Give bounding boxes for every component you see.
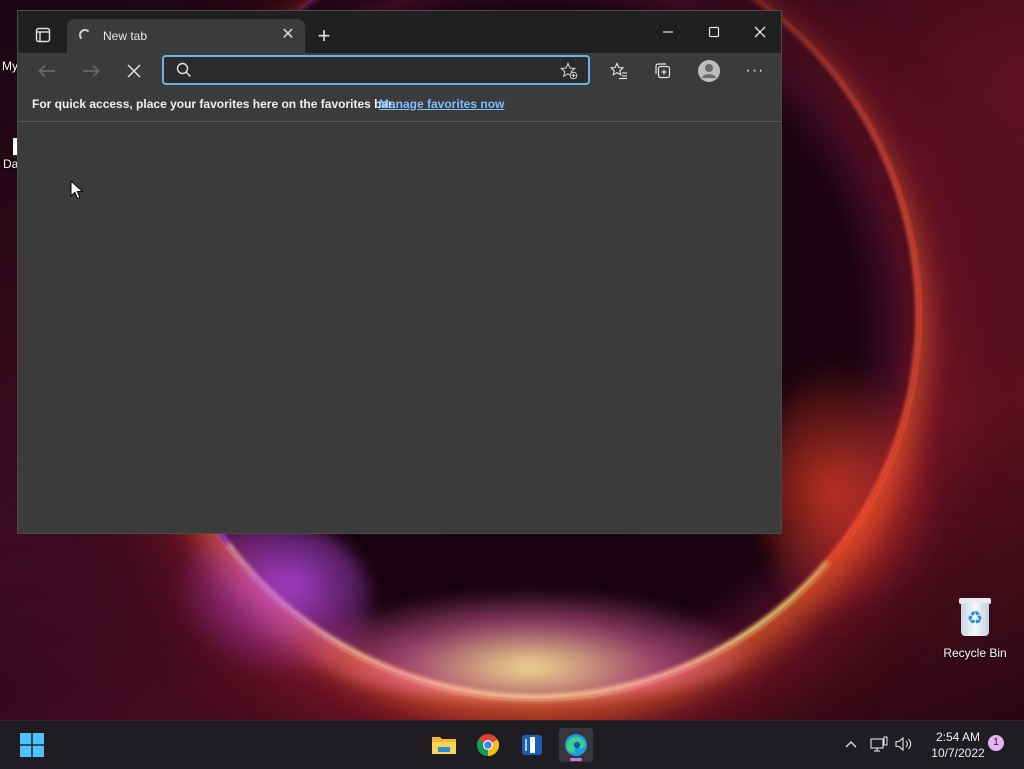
- tab-title: New tab: [103, 29, 148, 43]
- chrome-icon: [477, 734, 499, 756]
- manage-favorites-link[interactable]: Manage favorites now: [379, 97, 504, 111]
- more-options-icon[interactable]: ···: [740, 56, 770, 86]
- recycle-bin-icon[interactable]: ♻: [958, 596, 992, 636]
- tab-actions-button[interactable]: [26, 21, 60, 49]
- wallpaper-glow-right: [760, 360, 940, 620]
- minimize-icon: [663, 31, 673, 33]
- mouse-cursor-icon: [70, 180, 84, 200]
- title-bar[interactable]: New tab ✕ +: [18, 11, 781, 53]
- favorites-bar: For quick access, place your favorites h…: [18, 89, 781, 122]
- browser-window[interactable]: New tab ✕ + ··· For quick access, place …: [17, 10, 782, 534]
- blue-app-icon: [522, 735, 542, 755]
- profile-button[interactable]: [694, 56, 724, 86]
- profile-avatar-icon: [698, 60, 720, 82]
- windows-logo-icon: [20, 733, 44, 757]
- show-hidden-icons-button[interactable]: [840, 733, 862, 755]
- volume-button[interactable]: [893, 733, 915, 755]
- clock-date: 10/7/2022: [931, 746, 985, 760]
- taskbar-app[interactable]: [515, 728, 549, 762]
- back-button[interactable]: [32, 56, 62, 86]
- desktop-icon-label-partial[interactable]: My: [2, 59, 18, 73]
- taskbar-file-explorer[interactable]: [427, 728, 461, 762]
- minimize-button[interactable]: [645, 17, 691, 47]
- taskbar-chrome[interactable]: [471, 728, 505, 762]
- new-tab-button[interactable]: +: [312, 25, 336, 49]
- favorites-bar-message: For quick access, place your favorites h…: [32, 97, 396, 111]
- recycle-bin-label: Recycle Bin: [943, 646, 1007, 660]
- speaker-icon: [895, 736, 912, 752]
- favorites-button[interactable]: [604, 56, 634, 86]
- search-icon: [176, 62, 191, 77]
- network-button[interactable]: [868, 733, 890, 755]
- system-clock[interactable]: 2:54 AM 10/7/2022: [918, 729, 998, 761]
- folder-icon: [432, 737, 456, 754]
- active-app-indicator: [570, 758, 582, 761]
- navigation-toolbar: ···: [18, 53, 781, 89]
- maximize-button[interactable]: [691, 17, 737, 47]
- taskbar: 2:54 AM 10/7/2022: [0, 720, 1024, 769]
- taskbar-edge[interactable]: [559, 728, 593, 762]
- favorites-star-list-icon: [610, 62, 627, 80]
- wallpaper-glow-bottom: [300, 590, 760, 700]
- address-bar[interactable]: [162, 55, 590, 85]
- start-button[interactable]: [15, 728, 49, 762]
- tab-new-tab[interactable]: New tab ✕: [67, 19, 305, 53]
- clock-time: 2:54 AM: [935, 730, 981, 744]
- close-icon: [754, 26, 766, 38]
- close-window-button[interactable]: [737, 17, 783, 47]
- tab-actions-icon: [35, 27, 51, 43]
- loading-spinner-icon: [79, 29, 91, 41]
- back-arrow-icon: [38, 65, 55, 77]
- tab-close-icon[interactable]: ✕: [279, 26, 297, 44]
- recycle-bin[interactable]: ♻ Recycle Bin: [940, 596, 1010, 660]
- forward-arrow-icon: [83, 65, 100, 77]
- add-favorite-icon[interactable]: [560, 62, 578, 80]
- notification-badge[interactable]: 1: [988, 735, 1004, 751]
- collections-icon: [655, 63, 671, 79]
- stop-x-icon: [127, 64, 141, 78]
- collections-button[interactable]: [648, 56, 678, 86]
- address-input[interactable]: [200, 61, 554, 83]
- edge-icon: [565, 734, 587, 756]
- stop-loading-button[interactable]: [119, 56, 149, 86]
- chevron-up-icon: [845, 741, 857, 748]
- forward-button[interactable]: [76, 56, 106, 86]
- maximize-icon: [708, 26, 720, 38]
- network-icon: [870, 736, 888, 752]
- page-content[interactable]: [18, 122, 781, 533]
